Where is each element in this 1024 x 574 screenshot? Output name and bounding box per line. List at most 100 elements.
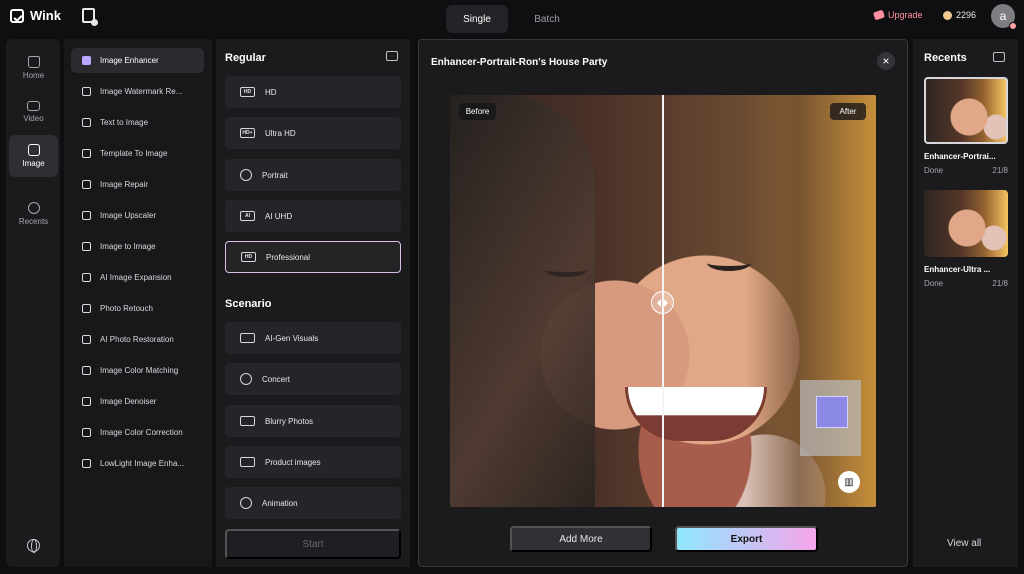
tool-image-to-image[interactable]: Image to Image	[71, 234, 204, 259]
nav-recents[interactable]: Recents	[9, 193, 58, 235]
wink-logo[interactable]: Wink	[10, 8, 61, 23]
animation-icon	[240, 497, 252, 509]
photo-subject-left-eye	[545, 263, 587, 277]
color-correction-icon	[82, 428, 91, 437]
option-professional[interactable]: HD Professional	[225, 241, 401, 273]
compare-view-button[interactable]: ▥	[838, 471, 860, 493]
upgrade-button[interactable]: Upgrade	[873, 9, 923, 21]
before-after-image[interactable]: Before After ▥	[450, 95, 876, 507]
recent-thumbnail[interactable]	[924, 190, 1008, 257]
recents-panel: Recents Enhancer-Portrai... Done 21/8 Enh…	[913, 39, 1018, 567]
tool-lowlight-image-enhancer[interactable]: LowLight Image Enha...	[71, 451, 204, 476]
tool-ai-image-expansion[interactable]: AI Image Expansion	[71, 265, 204, 290]
recent-item-portrait[interactable]: Enhancer-Portrai... Done 21/8	[924, 77, 1008, 175]
option-label: Professional	[266, 252, 311, 262]
compare-slider-handle[interactable]	[651, 291, 674, 314]
repair-icon	[82, 180, 91, 189]
tool-ai-photo-restoration[interactable]: AI Photo Restoration	[71, 327, 204, 352]
option-product-images[interactable]: Product images	[225, 446, 401, 478]
option-concert[interactable]: Concert	[225, 363, 401, 395]
tool-image-repair[interactable]: Image Repair	[71, 172, 204, 197]
option-portrait[interactable]: Portrait	[225, 159, 401, 191]
tool-image-enhancer[interactable]: Image Enhancer	[71, 48, 204, 73]
tool-image-upscaler[interactable]: Image Upscaler	[71, 203, 204, 228]
tool-label: Photo Retouch	[100, 304, 153, 313]
credit-balance[interactable]: 2296	[943, 10, 976, 20]
shopping-cart-icon	[240, 457, 255, 467]
left-navigation: Home Video Image Recents	[6, 39, 60, 567]
hd-icon: HD	[240, 87, 255, 97]
tool-label: Text to Image	[100, 118, 149, 127]
tool-template-to-image[interactable]: Template To Image	[71, 141, 204, 166]
tool-label: AI Photo Restoration	[100, 335, 174, 344]
nav-home[interactable]: Home	[9, 47, 58, 89]
blurry-photo-icon	[240, 416, 255, 426]
nav-video[interactable]: Video	[9, 91, 58, 133]
ultra-hd-icon: HD+	[240, 128, 255, 138]
hd-icon	[82, 56, 91, 65]
option-label: Portrait	[262, 170, 288, 180]
globe-icon[interactable]	[27, 539, 40, 553]
zoom-minimap[interactable]	[800, 380, 861, 456]
option-label: Blurry Photos	[265, 416, 314, 426]
upgrade-icon	[873, 9, 885, 21]
text-icon	[82, 118, 91, 127]
recent-item-ultra[interactable]: Enhancer-Ultra ... Done 21/8	[924, 190, 1008, 288]
option-label: AI-Gen Visuals	[265, 333, 319, 343]
option-label: HD	[265, 87, 277, 97]
collapse-panel-icon[interactable]	[386, 51, 398, 61]
before-label: Before	[459, 103, 496, 120]
option-label: AI UHD	[265, 211, 293, 221]
credit-count: 2296	[956, 10, 977, 20]
preview-panel: Enhancer-Portrait-Ron's House Party × Be…	[418, 39, 908, 567]
view-all-link[interactable]: View all	[947, 538, 981, 549]
user-avatar[interactable]: a	[991, 4, 1017, 30]
tool-image-watermark-remover[interactable]: Image Watermark Re...	[71, 79, 204, 104]
video-icon	[27, 101, 40, 111]
mode-tabs: Single Batch	[446, 5, 580, 33]
image-to-image-icon	[82, 242, 91, 251]
ai-uhd-icon: AI	[240, 211, 255, 221]
nav-image[interactable]: Image	[9, 135, 58, 177]
option-ai-uhd[interactable]: AI AI UHD	[225, 200, 401, 232]
app-name: Wink	[30, 8, 61, 23]
scenario-section-title: Scenario	[225, 298, 272, 310]
option-ultra-hd[interactable]: HD+ Ultra HD	[225, 117, 401, 149]
option-blurry-photos[interactable]: Blurry Photos	[225, 405, 401, 437]
add-more-button[interactable]: Add More	[510, 526, 652, 552]
tool-text-to-image[interactable]: Text to Image	[71, 110, 204, 135]
wink-logo-icon	[10, 8, 24, 23]
option-label: Concert	[262, 374, 291, 384]
option-label: Ultra HD	[265, 128, 296, 138]
nav-home-label: Home	[22, 71, 45, 80]
expand-icon	[82, 273, 91, 282]
tool-photo-retouch[interactable]: Photo Retouch	[71, 296, 204, 321]
retouch-icon	[82, 304, 91, 313]
tab-single[interactable]: Single	[446, 5, 508, 33]
recent-thumbnail[interactable]	[924, 77, 1008, 144]
option-hd[interactable]: HD HD	[225, 76, 401, 108]
recent-meta: Done 21/8	[924, 279, 1008, 288]
nav-image-label: Image	[22, 159, 45, 168]
close-preview-button[interactable]: ×	[877, 52, 895, 70]
export-button[interactable]: Export	[675, 526, 818, 552]
tool-label: Image Color Matching	[100, 366, 179, 375]
recent-date: 21/8	[992, 166, 1008, 175]
recents-title: Recents	[924, 52, 967, 64]
minimap-viewport[interactable]	[816, 396, 848, 428]
recents-toggle-icon[interactable]	[993, 52, 1005, 62]
tool-image-denoiser[interactable]: Image Denoiser	[71, 389, 204, 414]
option-ai-gen-visuals[interactable]: AI-Gen Visuals	[225, 322, 401, 354]
history-icon	[27, 202, 40, 214]
start-button[interactable]: Start	[225, 529, 401, 559]
enhancement-options-panel: Regular HD HD HD+ Ultra HD Portrait AI AI U…	[216, 39, 410, 567]
nav-video-label: Video	[23, 114, 44, 123]
project-file-icon[interactable]	[82, 8, 98, 26]
tool-image-color-matching[interactable]: Image Color Matching	[71, 358, 204, 383]
image-icon	[27, 144, 40, 156]
tool-image-color-correction[interactable]: Image Color Correction	[71, 420, 204, 445]
lowlight-icon	[82, 459, 91, 468]
tab-batch[interactable]: Batch	[516, 5, 578, 33]
option-animation[interactable]: Animation	[225, 487, 401, 519]
home-icon	[27, 56, 40, 68]
